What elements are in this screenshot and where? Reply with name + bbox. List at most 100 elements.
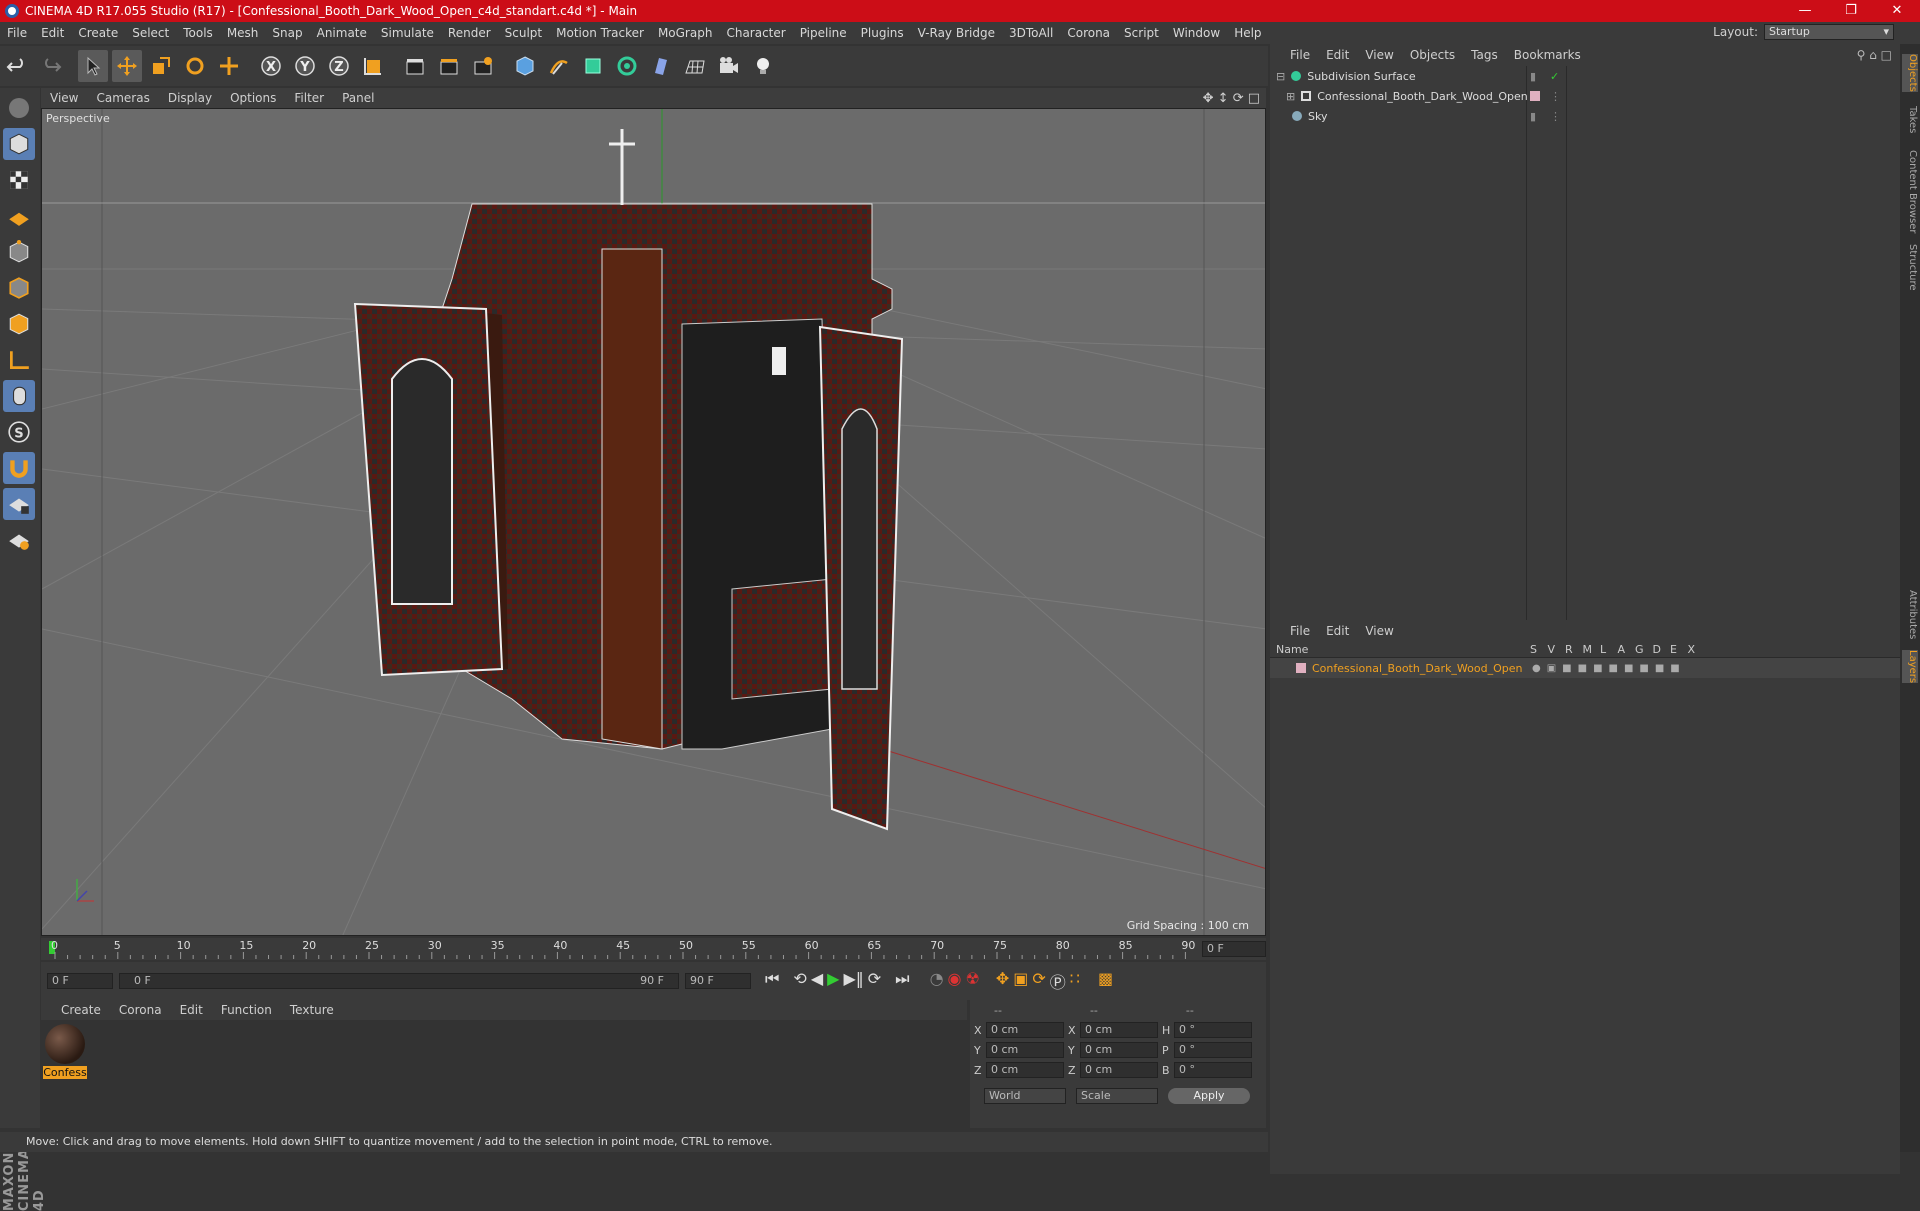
next-key-icon[interactable]: ⟳ xyxy=(868,969,881,993)
obj-menu-bookmarks[interactable]: Bookmarks xyxy=(1506,48,1589,62)
menu-sculpt[interactable]: Sculpt xyxy=(498,26,549,40)
coord-value-field[interactable]: 0 cm xyxy=(1080,1062,1158,1078)
key-scale-icon[interactable]: ▣ xyxy=(1013,969,1028,993)
layer-column-header[interactable]: V xyxy=(1548,643,1556,656)
solo-mode-button[interactable]: S xyxy=(3,416,35,448)
coord-value-field[interactable]: 0 ° xyxy=(1174,1062,1252,1078)
x-axis-button[interactable]: X xyxy=(256,50,286,82)
menu-create[interactable]: Create xyxy=(71,26,125,40)
live-selection-button[interactable] xyxy=(214,50,244,82)
viewport-menu-display[interactable]: Display xyxy=(159,91,221,105)
menu-3dtoall[interactable]: 3DToAll xyxy=(1002,26,1060,40)
layer-column-header[interactable]: A xyxy=(1618,643,1626,656)
render-view-button[interactable] xyxy=(400,50,430,82)
visibility-toggle-icon[interactable]: ▮ xyxy=(1530,70,1536,83)
key-position-icon[interactable]: ✥ xyxy=(996,969,1009,993)
current-frame-field[interactable]: 0 F xyxy=(1202,941,1266,957)
side-tab-structure[interactable]: Structure xyxy=(1902,244,1918,291)
play-icon[interactable]: ▶ xyxy=(827,969,839,993)
polygons-mode-button[interactable] xyxy=(3,308,35,340)
menu-snap[interactable]: Snap xyxy=(265,26,309,40)
layer-column-header[interactable]: M xyxy=(1583,643,1593,656)
visibility-toggle-icon[interactable]: ▮ xyxy=(1530,110,1536,123)
menu-mesh[interactable]: Mesh xyxy=(220,26,266,40)
obj-menu-tags[interactable]: Tags xyxy=(1463,48,1506,62)
undo-button[interactable] xyxy=(2,50,32,82)
layer-menu-edit[interactable]: Edit xyxy=(1318,624,1357,638)
viewport-menu-options[interactable]: Options xyxy=(221,91,285,105)
make-editable-button[interactable] xyxy=(3,92,35,124)
side-tab-content-browser[interactable]: Content Browser xyxy=(1902,150,1918,233)
edges-mode-button[interactable] xyxy=(3,272,35,304)
layer-column-header[interactable]: S xyxy=(1530,643,1537,656)
layer-column-header[interactable]: E xyxy=(1670,643,1677,656)
menu-corona[interactable]: Corona xyxy=(1060,26,1117,40)
coord-value-field[interactable]: 0 ° xyxy=(1174,1042,1252,1058)
redo-button[interactable] xyxy=(36,50,66,82)
rotate-tool-button[interactable] xyxy=(180,50,210,82)
layer-column-header[interactable]: R xyxy=(1565,643,1573,656)
coord-value-field[interactable]: 0 cm xyxy=(1080,1022,1158,1038)
size-mode-dropdown[interactable]: Scale xyxy=(1076,1088,1158,1104)
light-button[interactable] xyxy=(748,50,778,82)
subdivision-surface-button[interactable] xyxy=(578,50,608,82)
camera-button[interactable] xyxy=(714,50,744,82)
locked-workplane-button[interactable] xyxy=(3,488,35,520)
timeline-ruler[interactable]: 0 5 10 15 20 25 30 35 40 45 50 55 60 65 70 75 80 85 90 0 F xyxy=(41,938,1266,960)
layer-column-header[interactable]: Name xyxy=(1276,643,1308,656)
end-frame-field[interactable]: 90 F xyxy=(685,973,751,989)
record-icon[interactable]: ◉ xyxy=(948,969,962,993)
obj-menu-edit[interactable]: Edit xyxy=(1318,48,1357,62)
visibility-dots-icon[interactable]: ⋮ xyxy=(1550,90,1561,103)
viewport-menu-cameras[interactable]: Cameras xyxy=(87,91,158,105)
cube-primitive-button[interactable] xyxy=(510,50,540,82)
layer-menu-file[interactable]: File xyxy=(1270,624,1318,638)
keyframe-icon[interactable]: ◔ xyxy=(930,969,944,993)
move-tool-button[interactable] xyxy=(112,50,142,82)
layer-row[interactable]: Confessional_Booth_Dark_Wood_Open ●▣■■■■… xyxy=(1270,658,1900,678)
material-swatch[interactable]: Confess xyxy=(43,1024,87,1079)
close-button[interactable]: ✕ xyxy=(1874,0,1920,22)
go-to-start-icon[interactable]: ⏮ xyxy=(765,969,779,993)
layer-column-header[interactable]: D xyxy=(1653,643,1661,656)
menu-pipeline[interactable]: Pipeline xyxy=(793,26,854,40)
menu-file[interactable]: File xyxy=(0,26,34,40)
coord-value-field[interactable]: 0 cm xyxy=(986,1022,1064,1038)
select-tool-button[interactable] xyxy=(78,50,108,82)
object-row-sky[interactable]: Sky ▮ ⋮ xyxy=(1270,106,1900,126)
step-back-icon[interactable]: ◀ xyxy=(811,969,823,993)
viewport-nav-icons[interactable]: ✥ ↕ ⟳ □ xyxy=(1194,91,1266,106)
mat-menu-texture[interactable]: Texture xyxy=(281,1003,343,1017)
layer-column-header[interactable]: X xyxy=(1688,643,1696,656)
coordinate-space-dropdown[interactable]: World xyxy=(984,1088,1066,1104)
texture-mode-button[interactable] xyxy=(3,164,35,196)
spline-pen-button[interactable] xyxy=(544,50,574,82)
timeline-window-icon[interactable]: ▩ xyxy=(1098,969,1113,993)
key-param-icon[interactable]: Ⓟ xyxy=(1050,969,1066,993)
scale-tool-button[interactable] xyxy=(146,50,176,82)
start-frame-field[interactable]: 0 F xyxy=(47,973,113,989)
z-axis-button[interactable]: Z xyxy=(324,50,354,82)
viewport-menu-filter[interactable]: Filter xyxy=(285,91,333,105)
coordinate-system-button[interactable] xyxy=(358,50,388,82)
mat-menu-create[interactable]: Create xyxy=(41,1003,110,1017)
mat-menu-corona[interactable]: Corona xyxy=(110,1003,171,1017)
layer-column-header[interactable]: G xyxy=(1635,643,1644,656)
layer-flags-icons[interactable]: ●▣■■■■■■■■ xyxy=(1532,663,1686,674)
menu-mograph[interactable]: MoGraph xyxy=(651,26,720,40)
menu-help[interactable]: Help xyxy=(1227,26,1268,40)
key-rotation-icon[interactable]: ⟳ xyxy=(1032,969,1045,993)
render-settings-button[interactable] xyxy=(468,50,498,82)
autokey-icon[interactable]: ☢ xyxy=(966,969,980,993)
mat-menu-function[interactable]: Function xyxy=(212,1003,281,1017)
layout-dropdown[interactable]: Startup ▾ xyxy=(1764,24,1894,40)
layer-column-header[interactable]: L xyxy=(1600,643,1606,656)
menu-motion-tracker[interactable]: Motion Tracker xyxy=(549,26,651,40)
menu-render[interactable]: Render xyxy=(441,26,498,40)
expand-icon[interactable]: ⊞ xyxy=(1286,90,1295,103)
floor-button[interactable] xyxy=(680,50,710,82)
tweak-mode-button[interactable] xyxy=(3,380,35,412)
mat-menu-edit[interactable]: Edit xyxy=(171,1003,212,1017)
viewport-menu-panel[interactable]: Panel xyxy=(333,91,383,105)
menu-script[interactable]: Script xyxy=(1117,26,1166,40)
